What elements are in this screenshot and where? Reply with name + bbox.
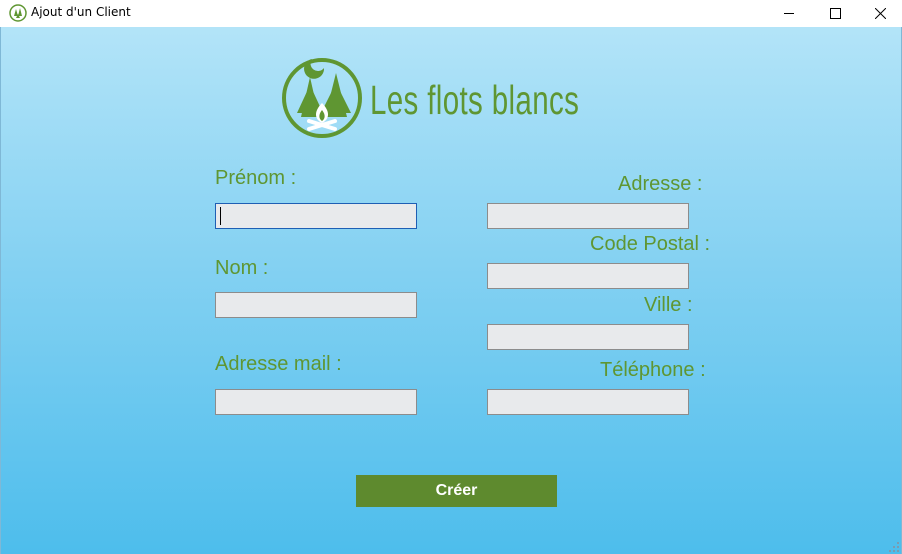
window-title: Ajout d'un Client: [31, 5, 131, 19]
email-input[interactable]: [215, 389, 417, 415]
brand-name: Les flots blancs: [370, 77, 580, 123]
maximize-icon: [829, 8, 841, 19]
first-name-input[interactable]: [215, 203, 417, 229]
postal-code-input[interactable]: [487, 263, 689, 289]
resize-grip-icon[interactable]: [889, 542, 899, 552]
minimize-icon: [783, 13, 794, 14]
last-name-label: Nom :: [215, 257, 269, 279]
city-input[interactable]: [487, 324, 689, 350]
campfire-trees-logo: [282, 58, 362, 138]
maximize-button[interactable]: [812, 0, 858, 27]
last-name-input[interactable]: [215, 292, 417, 318]
phone-input[interactable]: [487, 389, 689, 415]
phone-label: Téléphone :: [600, 359, 706, 381]
close-icon: [874, 8, 886, 19]
first-name-label: Prénom :: [215, 167, 297, 189]
address-input[interactable]: [487, 203, 689, 229]
title-bar: Ajout d'un Client: [0, 0, 902, 27]
city-label: Ville :: [644, 294, 693, 316]
campfire-logo-icon: [9, 4, 27, 22]
window-client-area: Les flots blancs Prénom : Nom : Adresse …: [0, 27, 902, 554]
text-caret: [220, 207, 221, 225]
minimize-button[interactable]: [766, 0, 812, 27]
close-button[interactable]: [857, 0, 902, 27]
create-button[interactable]: Créer: [356, 475, 557, 507]
postal-code-label: Code Postal :: [590, 233, 711, 255]
email-label: Adresse mail :: [215, 353, 342, 375]
address-label: Adresse :: [618, 173, 703, 195]
